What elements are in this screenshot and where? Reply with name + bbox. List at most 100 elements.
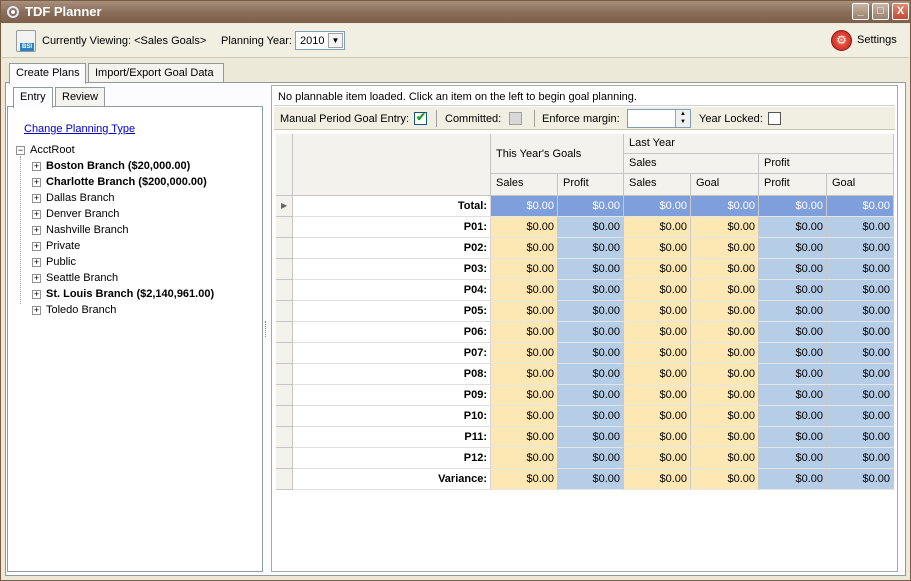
- chevron-down-icon[interactable]: ▼: [328, 33, 343, 48]
- grid-cell[interactable]: $0.00: [491, 280, 558, 301]
- grid-cell[interactable]: $0.00: [558, 217, 624, 238]
- grid-cell[interactable]: $0.00: [558, 364, 624, 385]
- expand-icon[interactable]: +: [32, 162, 41, 171]
- row-selector[interactable]: [276, 406, 293, 427]
- grid-cell[interactable]: $0.00: [759, 448, 827, 469]
- row-selector[interactable]: [276, 427, 293, 448]
- grid-cell[interactable]: $0.00: [691, 217, 759, 238]
- grid-cell[interactable]: $0.00: [759, 322, 827, 343]
- grid-cell[interactable]: $0.00: [827, 217, 894, 238]
- grid-cell[interactable]: $0.00: [624, 343, 691, 364]
- grid-cell[interactable]: $0.00: [624, 259, 691, 280]
- col-header[interactable]: Goal: [691, 174, 759, 196]
- grid-cell[interactable]: $0.00: [827, 301, 894, 322]
- expand-icon[interactable]: +: [32, 242, 41, 251]
- grid-cell[interactable]: $0.00: [759, 217, 827, 238]
- grid-cell[interactable]: $0.00: [558, 196, 624, 217]
- settings-button[interactable]: ⚙ Settings: [831, 30, 901, 52]
- grid-cell[interactable]: $0.00: [827, 427, 894, 448]
- grid-cell[interactable]: $0.00: [491, 406, 558, 427]
- expand-icon[interactable]: +: [32, 210, 41, 219]
- col-header[interactable]: Profit: [558, 174, 624, 196]
- grid-cell[interactable]: $0.00: [827, 385, 894, 406]
- grid-cell[interactable]: $0.00: [558, 280, 624, 301]
- grid-cell[interactable]: $0.00: [759, 364, 827, 385]
- grid-cell[interactable]: $0.00: [624, 364, 691, 385]
- row-selector[interactable]: [276, 385, 293, 406]
- grid-cell[interactable]: $0.00: [491, 196, 558, 217]
- expand-icon[interactable]: +: [32, 274, 41, 283]
- tree-item[interactable]: + Denver Branch: [32, 207, 256, 223]
- col-header[interactable]: Goal: [827, 174, 894, 196]
- grid-cell[interactable]: $0.00: [691, 364, 759, 385]
- grid-cell[interactable]: $0.00: [691, 301, 759, 322]
- row-selector[interactable]: [276, 343, 293, 364]
- row-selector[interactable]: [276, 301, 293, 322]
- grid-cell[interactable]: $0.00: [827, 448, 894, 469]
- grid-cell[interactable]: $0.00: [691, 196, 759, 217]
- enforce-margin-spinner[interactable]: ▲ ▼: [627, 109, 691, 128]
- grid-cell[interactable]: $0.00: [624, 406, 691, 427]
- grid-cell[interactable]: $0.00: [691, 259, 759, 280]
- tab-entry[interactable]: Entry: [13, 87, 53, 108]
- grid-cell[interactable]: $0.00: [558, 385, 624, 406]
- grid-cell[interactable]: $0.00: [624, 385, 691, 406]
- grid-cell[interactable]: $0.00: [624, 196, 691, 217]
- grid-cell[interactable]: $0.00: [691, 406, 759, 427]
- row-selector[interactable]: [276, 322, 293, 343]
- grid-cell[interactable]: $0.00: [624, 301, 691, 322]
- grid-cell[interactable]: $0.00: [491, 385, 558, 406]
- grid-cell[interactable]: $0.00: [491, 427, 558, 448]
- pane-splitter[interactable]: [265, 321, 269, 337]
- row-selector[interactable]: [276, 238, 293, 259]
- grid-cell[interactable]: $0.00: [624, 280, 691, 301]
- expand-icon[interactable]: +: [32, 306, 41, 315]
- grid-cell[interactable]: $0.00: [624, 322, 691, 343]
- tree-item[interactable]: + Private: [32, 239, 256, 255]
- tree-item[interactable]: + Public: [32, 255, 256, 271]
- row-selector[interactable]: [276, 469, 293, 490]
- grid-cell[interactable]: $0.00: [691, 385, 759, 406]
- tree-item[interactable]: + Dallas Branch: [32, 191, 256, 207]
- spinner-arrows-icon[interactable]: ▲ ▼: [675, 110, 690, 127]
- expand-icon[interactable]: +: [32, 226, 41, 235]
- grid-cell[interactable]: $0.00: [491, 343, 558, 364]
- tree-item[interactable]: + St. Louis Branch ($2,140,961.00): [32, 287, 256, 303]
- change-planning-type-link[interactable]: Change Planning Type: [24, 123, 135, 135]
- grid-cell[interactable]: $0.00: [691, 427, 759, 448]
- row-selector[interactable]: [276, 364, 293, 385]
- row-selector[interactable]: [276, 280, 293, 301]
- minimize-button[interactable]: _: [852, 3, 869, 20]
- expand-icon[interactable]: +: [32, 258, 41, 267]
- grid-cell[interactable]: $0.00: [691, 280, 759, 301]
- grid-cell[interactable]: $0.00: [558, 427, 624, 448]
- grid-cell[interactable]: $0.00: [624, 469, 691, 490]
- col-header[interactable]: Profit: [759, 174, 827, 196]
- grid-cell[interactable]: $0.00: [624, 238, 691, 259]
- grid-cell[interactable]: $0.00: [827, 196, 894, 217]
- grid-cell[interactable]: $0.00: [558, 238, 624, 259]
- grid-cell[interactable]: $0.00: [558, 343, 624, 364]
- grid-cell[interactable]: $0.00: [491, 364, 558, 385]
- grid-cell[interactable]: $0.00: [691, 448, 759, 469]
- expand-icon[interactable]: +: [32, 178, 41, 187]
- grid-cell[interactable]: $0.00: [691, 469, 759, 490]
- grid-cell[interactable]: $0.00: [558, 322, 624, 343]
- grid-cell[interactable]: $0.00: [759, 259, 827, 280]
- row-selector[interactable]: [276, 448, 293, 469]
- grid-cell[interactable]: $0.00: [759, 238, 827, 259]
- tree-item[interactable]: + Toledo Branch: [32, 303, 256, 319]
- grid-cell[interactable]: $0.00: [827, 406, 894, 427]
- grid-cell[interactable]: $0.00: [491, 448, 558, 469]
- grid-cell[interactable]: $0.00: [827, 469, 894, 490]
- grid-cell[interactable]: $0.00: [624, 448, 691, 469]
- grid-cell[interactable]: $0.00: [558, 448, 624, 469]
- maximize-button[interactable]: □: [872, 3, 889, 20]
- grid-cell[interactable]: $0.00: [624, 217, 691, 238]
- grid-cell[interactable]: $0.00: [827, 259, 894, 280]
- grid-cell[interactable]: $0.00: [759, 343, 827, 364]
- grid-cell[interactable]: $0.00: [759, 469, 827, 490]
- year-locked-checkbox[interactable]: [768, 112, 781, 125]
- close-button[interactable]: X: [892, 3, 909, 20]
- expand-icon[interactable]: +: [32, 290, 41, 299]
